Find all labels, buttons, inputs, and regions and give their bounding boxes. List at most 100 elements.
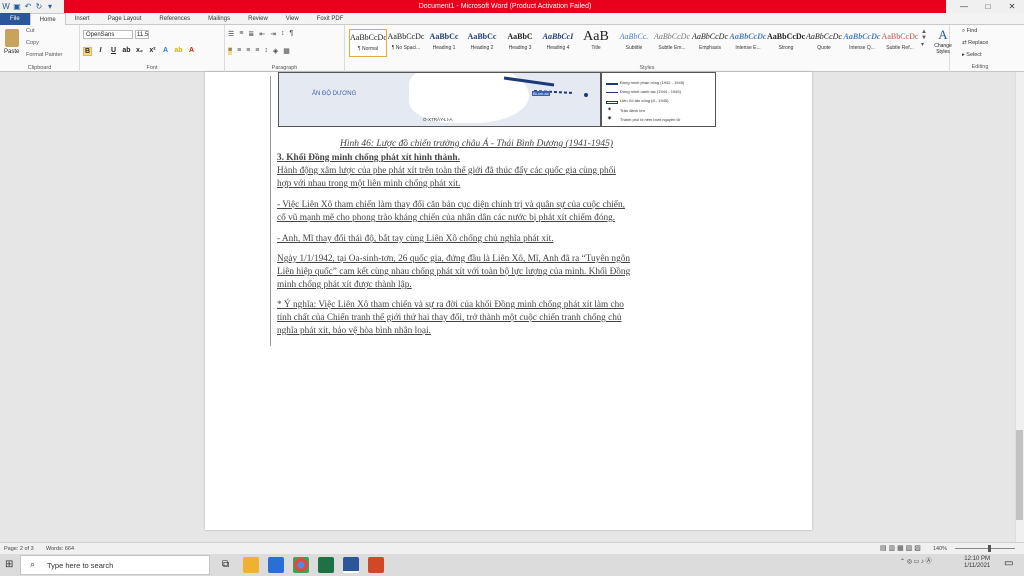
style-emphasis[interactable]: AaBbCcDc Emphasis <box>691 29 729 57</box>
style-heading-4[interactable]: AaBbCcI Heading 4 <box>539 29 577 57</box>
borders-icon[interactable]: ▦ <box>283 47 290 55</box>
style-heading-1[interactable]: AaBbCc Heading 1 <box>425 29 463 57</box>
task-view-icon[interactable]: ⧉ <box>222 559 229 570</box>
numbering-icon[interactable]: ≡ <box>239 30 243 38</box>
clipboard-label: Clipboard <box>27 65 52 71</box>
style-no-spacing[interactable]: AaBbCcDc ¶ No Spaci... <box>387 29 425 57</box>
close-button[interactable]: ✕ <box>1000 0 1024 13</box>
style-name: Intense Q... <box>849 45 875 51</box>
cut-button[interactable]: Cut <box>26 28 35 34</box>
atomic-bomb-icon: ✷ <box>607 116 613 122</box>
system-tray-icons[interactable]: ⌃ ◎ ▭ ♪ Ⓐ <box>900 556 932 565</box>
style-preview: AaBbCcDc <box>729 32 767 41</box>
maximize-button[interactable]: □ <box>976 0 1000 13</box>
customize-qat-icon[interactable]: ▾ <box>46 2 54 11</box>
text-line: - Việc Liên Xô tham chiến làm thay đổi c… <box>277 200 625 210</box>
undo-icon[interactable]: ↶ <box>24 2 32 11</box>
paste-icon[interactable] <box>5 29 19 47</box>
sort-icon[interactable]: ↕ <box>281 30 285 38</box>
search-icon: ⌕ <box>30 559 36 569</box>
tab-home[interactable]: Home <box>29 12 66 25</box>
styles-label: Styles <box>639 65 655 71</box>
style-preview: AaBbCcI <box>542 32 574 41</box>
align-right-icon[interactable]: ≡ <box>246 47 250 55</box>
bullets-icon[interactable]: ☰ <box>228 30 234 38</box>
style-preview: AaBbCc <box>467 32 497 41</box>
word-icon[interactable] <box>343 557 359 573</box>
show-marks-icon[interactable]: ¶ <box>290 30 294 38</box>
tab-foxit-pdf[interactable]: Foxit PDF <box>308 13 353 25</box>
style-strong[interactable]: AaBbCcDc Strong <box>767 29 805 57</box>
style-heading-2[interactable]: AaBbCc Heading 2 <box>463 29 501 57</box>
style-intense-emphasis[interactable]: AaBbCcDc Intense E... <box>729 29 767 57</box>
style-subtle-reference[interactable]: AaBbCcDc Subtle Ref... <box>881 29 919 57</box>
clock[interactable]: 12:10 PM 1/11/2021 <box>964 556 990 570</box>
vertical-scrollbar[interactable] <box>1015 72 1024 542</box>
shading-icon[interactable]: ◈ <box>273 47 278 55</box>
chrome-icon[interactable] <box>293 557 309 573</box>
font-color-button[interactable]: A <box>187 47 196 56</box>
tab-insert[interactable]: Insert <box>66 13 99 25</box>
zoom-slider[interactable] <box>955 548 1015 549</box>
styles-scroll-icon[interactable]: ▲ ▼ ▾ <box>921 29 929 48</box>
style-intense-quote[interactable]: AaBbCcDc Intense Q... <box>843 29 881 57</box>
select-label: Select <box>966 52 982 58</box>
paste-button[interactable]: Paste <box>4 49 19 55</box>
window-controls: — □ ✕ <box>946 0 1024 13</box>
tab-references[interactable]: References <box>150 13 199 25</box>
multilevel-list-icon[interactable]: ≣ <box>248 30 254 38</box>
figure-caption: Hình 46: Lược đồ chiến trường châu Á - T… <box>340 139 613 149</box>
tab-mailings[interactable]: Mailings <box>199 13 239 25</box>
italic-button[interactable]: I <box>96 47 105 56</box>
legend-item: Liên Xô tấn công (8 - 1945) <box>620 98 669 103</box>
excel-icon[interactable] <box>318 557 334 573</box>
font-size-box[interactable]: 11.5 <box>135 30 149 39</box>
file-explorer-icon[interactable] <box>243 557 259 573</box>
align-left-icon[interactable]: ≡ <box>228 47 233 55</box>
highlight-button[interactable]: ab <box>174 47 183 56</box>
strikethrough-button[interactable]: ab <box>122 47 131 56</box>
mail-icon[interactable] <box>268 557 284 573</box>
redo-icon[interactable]: ↻ <box>35 2 43 11</box>
paragraph-group: ☰ ≡ ≣ ⇤ ⇥ ↕ ¶ ≡ ≡ ≡ ≡ ↕ ◈ ▦ Paragraph <box>225 25 345 72</box>
powerpoint-icon[interactable] <box>368 557 384 573</box>
zoom-slider-handle[interactable] <box>988 545 991 552</box>
windows-start-icon[interactable]: ⊞ <box>5 559 13 570</box>
style-quote[interactable]: AaBbCcDc Quote <box>805 29 843 57</box>
underline-button[interactable]: U <box>109 47 118 56</box>
change-styles-button[interactable]: A Change Styles <box>933 27 953 55</box>
notification-icon[interactable]: ▭ <box>1004 558 1013 569</box>
legend-counterattack-symbol <box>606 83 618 85</box>
copy-button[interactable]: Copy <box>26 40 39 46</box>
style-subtitle[interactable]: AaBbCc. Subtitle <box>615 29 653 57</box>
font-name-box[interactable]: OpenSans <box>83 30 133 39</box>
increase-indent-icon[interactable]: ⇥ <box>270 30 276 38</box>
justify-icon[interactable]: ≡ <box>255 47 259 55</box>
minimize-button[interactable]: — <box>952 0 976 13</box>
style-normal[interactable]: AaBbCcDc ¶ Normal <box>349 29 387 57</box>
style-heading-3[interactable]: AaBbC Heading 3 <box>501 29 539 57</box>
find-button[interactable]: ⌕ Find <box>962 28 977 35</box>
decrease-indent-icon[interactable]: ⇤ <box>259 30 265 38</box>
font-label: Font <box>146 65 158 71</box>
tab-file[interactable]: File <box>0 12 30 25</box>
subscript-button[interactable]: x₂ <box>135 47 144 56</box>
style-subtle-emphasis[interactable]: AaBbCcDc Subtle Em... <box>653 29 691 57</box>
tab-review[interactable]: Review <box>239 13 277 25</box>
format-painter-button[interactable]: Format Painter <box>26 52 62 58</box>
tab-view[interactable]: View <box>277 13 308 25</box>
align-center-icon[interactable]: ≡ <box>237 47 241 55</box>
line-spacing-icon[interactable]: ↕ <box>264 47 268 55</box>
style-title[interactable]: AaB Title <box>577 29 615 57</box>
superscript-button[interactable]: x² <box>148 47 157 56</box>
taskbar-search-input[interactable]: Type here to search <box>20 555 210 575</box>
style-preview: AaBbC <box>507 32 533 41</box>
replace-button[interactable]: ⇄ Replace <box>962 40 988 46</box>
tab-page-layout[interactable]: Page Layout <box>99 13 151 25</box>
bold-button[interactable]: B <box>83 47 92 56</box>
scrollbar-thumb[interactable] <box>1016 430 1023 520</box>
style-name: Strong <box>778 45 794 51</box>
text-effects-button[interactable]: A <box>161 47 170 56</box>
save-icon[interactable]: ▣ <box>13 2 21 11</box>
select-button[interactable]: ▸ Select <box>962 52 982 58</box>
